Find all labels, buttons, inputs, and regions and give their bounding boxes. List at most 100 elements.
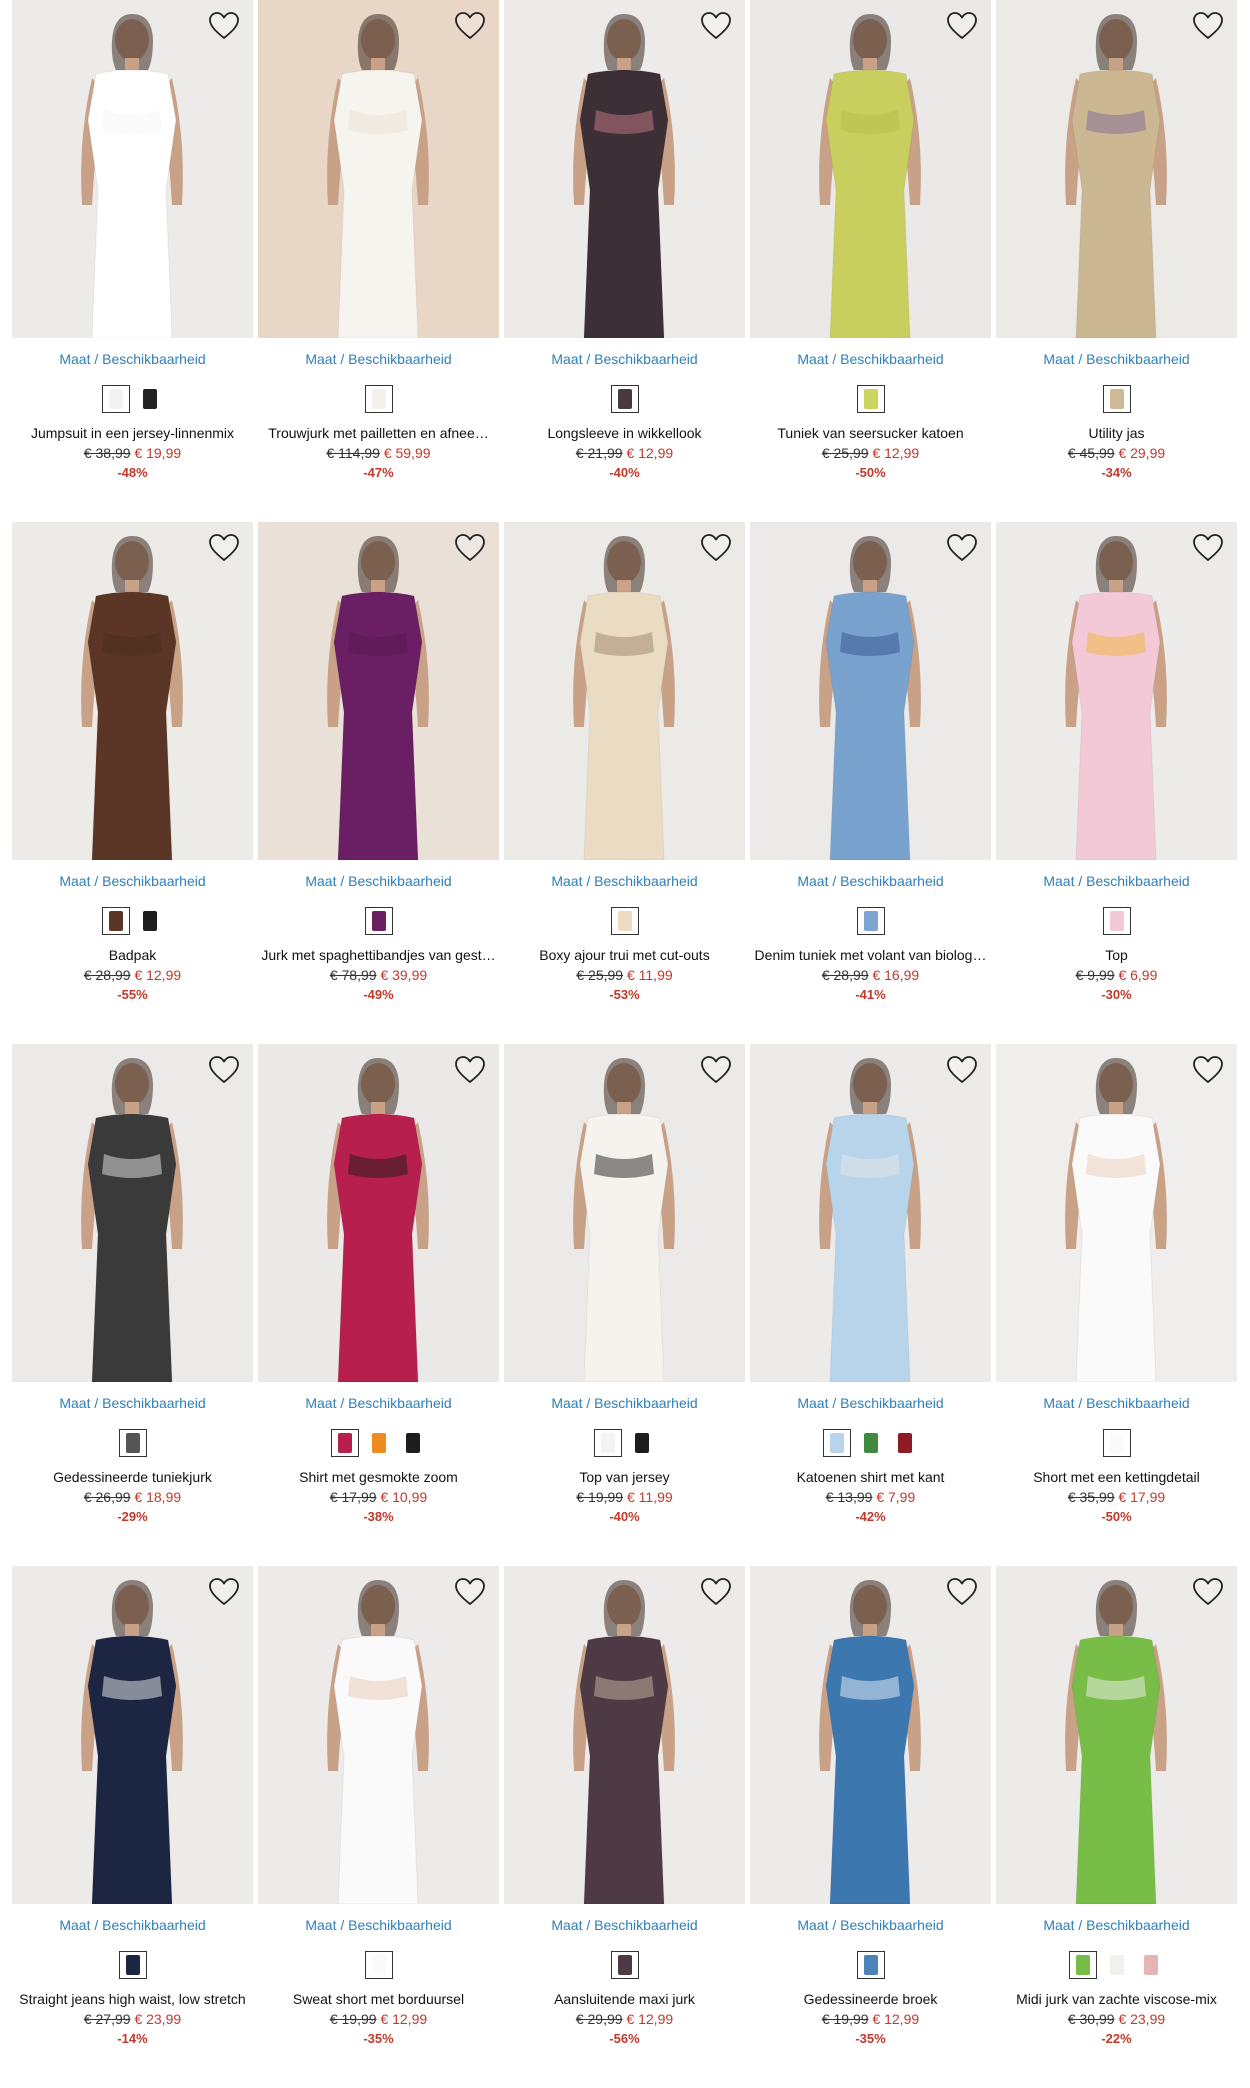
color-swatch[interactable] bbox=[1102, 1951, 1131, 1979]
size-availability-link[interactable]: Maat / Beschikbaarheid bbox=[504, 872, 745, 890]
size-availability-link[interactable]: Maat / Beschikbaarheid bbox=[996, 1394, 1237, 1412]
product-image[interactable] bbox=[750, 1044, 991, 1382]
color-swatch[interactable] bbox=[1102, 1429, 1131, 1457]
product-name[interactable]: Longsleeve in wikkellook bbox=[504, 424, 745, 442]
color-swatch[interactable] bbox=[627, 1429, 656, 1457]
product-name[interactable]: Top van jersey bbox=[504, 1468, 745, 1486]
wishlist-heart-icon[interactable] bbox=[1191, 532, 1225, 564]
product-card[interactable]: Maat / Beschikbaarheid Boxy ajour trui me… bbox=[504, 522, 745, 1044]
wishlist-heart-icon[interactable] bbox=[453, 1054, 487, 1086]
product-card[interactable]: Maat / Beschikbaarheid Jurk met spaghetti… bbox=[258, 522, 499, 1044]
product-name[interactable]: Aansluitende maxi jurk bbox=[504, 1990, 745, 2008]
product-card[interactable]: Maat / Beschikbaarheid Trouwjurk met pail… bbox=[258, 0, 499, 522]
color-swatch[interactable] bbox=[398, 1429, 427, 1457]
product-name[interactable]: Badpak bbox=[12, 946, 253, 964]
product-image[interactable] bbox=[12, 522, 253, 860]
product-image[interactable] bbox=[996, 1566, 1237, 1904]
size-availability-link[interactable]: Maat / Beschikbaarheid bbox=[996, 872, 1237, 890]
product-name[interactable]: Sweat short met borduursel bbox=[258, 1990, 499, 2008]
wishlist-heart-icon[interactable] bbox=[699, 532, 733, 564]
color-swatch[interactable] bbox=[1068, 1951, 1097, 1979]
product-card[interactable]: Maat / Beschikbaarheid Gedessineerde broe… bbox=[750, 1566, 991, 2088]
product-card[interactable]: Maat / Beschikbaarheid Shirt met gesmokte… bbox=[258, 1044, 499, 1566]
color-swatch[interactable] bbox=[856, 907, 885, 935]
product-name[interactable]: Jurk met spaghettibandjes van gest… bbox=[258, 946, 499, 964]
product-card[interactable]: Maat / Beschikbaarheid Katoenen shirt met… bbox=[750, 1044, 991, 1566]
color-swatch[interactable] bbox=[135, 385, 164, 413]
product-card[interactable]: Maat / Beschikbaarheid Sweat short met bo… bbox=[258, 1566, 499, 2088]
product-card[interactable]: Maat / Beschikbaarheid Jumpsuit in een je… bbox=[12, 0, 253, 522]
product-card[interactable]: Maat / Beschikbaarheid Tuniek van seersuc… bbox=[750, 0, 991, 522]
size-availability-link[interactable]: Maat / Beschikbaarheid bbox=[750, 1916, 991, 1934]
product-image[interactable] bbox=[504, 522, 745, 860]
product-card[interactable]: Maat / Beschikbaarheid Denim tuniek met v… bbox=[750, 522, 991, 1044]
wishlist-heart-icon[interactable] bbox=[699, 10, 733, 42]
wishlist-heart-icon[interactable] bbox=[945, 1576, 979, 1608]
product-name[interactable]: Gedessineerde tuniekjurk bbox=[12, 1468, 253, 1486]
product-image[interactable] bbox=[996, 522, 1237, 860]
product-image[interactable] bbox=[750, 0, 991, 338]
color-swatch[interactable] bbox=[364, 385, 393, 413]
size-availability-link[interactable]: Maat / Beschikbaarheid bbox=[504, 1916, 745, 1934]
color-swatch[interactable] bbox=[135, 907, 164, 935]
product-name[interactable]: Boxy ajour trui met cut-outs bbox=[504, 946, 745, 964]
product-name[interactable]: Top bbox=[996, 946, 1237, 964]
wishlist-heart-icon[interactable] bbox=[207, 10, 241, 42]
product-card[interactable]: Maat / Beschikbaarheid Straight jeans hig… bbox=[12, 1566, 253, 2088]
product-image[interactable] bbox=[750, 1566, 991, 1904]
wishlist-heart-icon[interactable] bbox=[1191, 1576, 1225, 1608]
size-availability-link[interactable]: Maat / Beschikbaarheid bbox=[12, 1394, 253, 1412]
product-name[interactable]: Short met een kettingdetail bbox=[996, 1468, 1237, 1486]
color-swatch[interactable] bbox=[1102, 385, 1131, 413]
size-availability-link[interactable]: Maat / Beschikbaarheid bbox=[258, 350, 499, 368]
wishlist-heart-icon[interactable] bbox=[1191, 1054, 1225, 1086]
product-image[interactable] bbox=[258, 0, 499, 338]
color-swatch[interactable] bbox=[118, 1429, 147, 1457]
product-image[interactable] bbox=[12, 0, 253, 338]
product-card[interactable]: Maat / Beschikbaarheid Top € 9,99 € 6,99 -3… bbox=[996, 522, 1237, 1044]
product-name[interactable]: Tuniek van seersucker katoen bbox=[750, 424, 991, 442]
product-image[interactable] bbox=[258, 522, 499, 860]
wishlist-heart-icon[interactable] bbox=[699, 1054, 733, 1086]
wishlist-heart-icon[interactable] bbox=[1191, 10, 1225, 42]
size-availability-link[interactable]: Maat / Beschikbaarheid bbox=[12, 1916, 253, 1934]
product-image[interactable] bbox=[504, 0, 745, 338]
product-name[interactable]: Katoenen shirt met kant bbox=[750, 1468, 991, 1486]
size-availability-link[interactable]: Maat / Beschikbaarheid bbox=[996, 1916, 1237, 1934]
product-image[interactable] bbox=[996, 0, 1237, 338]
color-swatch[interactable] bbox=[822, 1429, 851, 1457]
wishlist-heart-icon[interactable] bbox=[945, 532, 979, 564]
product-image[interactable] bbox=[12, 1566, 253, 1904]
wishlist-heart-icon[interactable] bbox=[453, 10, 487, 42]
wishlist-heart-icon[interactable] bbox=[453, 1576, 487, 1608]
wishlist-heart-icon[interactable] bbox=[207, 1576, 241, 1608]
wishlist-heart-icon[interactable] bbox=[945, 1054, 979, 1086]
color-swatch[interactable] bbox=[364, 1951, 393, 1979]
product-name[interactable]: Shirt met gesmokte zoom bbox=[258, 1468, 499, 1486]
product-name[interactable]: Utility jas bbox=[996, 424, 1237, 442]
color-swatch[interactable] bbox=[610, 907, 639, 935]
wishlist-heart-icon[interactable] bbox=[945, 10, 979, 42]
size-availability-link[interactable]: Maat / Beschikbaarheid bbox=[504, 350, 745, 368]
product-name[interactable]: Denim tuniek met volant van biolog… bbox=[750, 946, 991, 964]
size-availability-link[interactable]: Maat / Beschikbaarheid bbox=[750, 350, 991, 368]
size-availability-link[interactable]: Maat / Beschikbaarheid bbox=[258, 1394, 499, 1412]
product-card[interactable]: Maat / Beschikbaarheid Short met een kett… bbox=[996, 1044, 1237, 1566]
product-image[interactable] bbox=[12, 1044, 253, 1382]
color-swatch[interactable] bbox=[364, 907, 393, 935]
product-card[interactable]: Maat / Beschikbaarheid Gedessineerde tuni… bbox=[12, 1044, 253, 1566]
color-swatch[interactable] bbox=[1102, 907, 1131, 935]
color-swatch[interactable] bbox=[856, 1951, 885, 1979]
color-swatch[interactable] bbox=[101, 385, 130, 413]
product-name[interactable]: Trouwjurk met pailletten en afnee… bbox=[258, 424, 499, 442]
size-availability-link[interactable]: Maat / Beschikbaarheid bbox=[504, 1394, 745, 1412]
color-swatch[interactable] bbox=[856, 385, 885, 413]
product-card[interactable]: Maat / Beschikbaarheid Top van jersey € 19… bbox=[504, 1044, 745, 1566]
product-name[interactable]: Gedessineerde broek bbox=[750, 1990, 991, 2008]
color-swatch[interactable] bbox=[1136, 1951, 1165, 1979]
size-availability-link[interactable]: Maat / Beschikbaarheid bbox=[258, 872, 499, 890]
color-swatch[interactable] bbox=[101, 907, 130, 935]
product-name[interactable]: Midi jurk van zachte viscose-mix bbox=[996, 1990, 1237, 2008]
product-name[interactable]: Straight jeans high waist, low stretch bbox=[12, 1990, 253, 2008]
wishlist-heart-icon[interactable] bbox=[207, 532, 241, 564]
